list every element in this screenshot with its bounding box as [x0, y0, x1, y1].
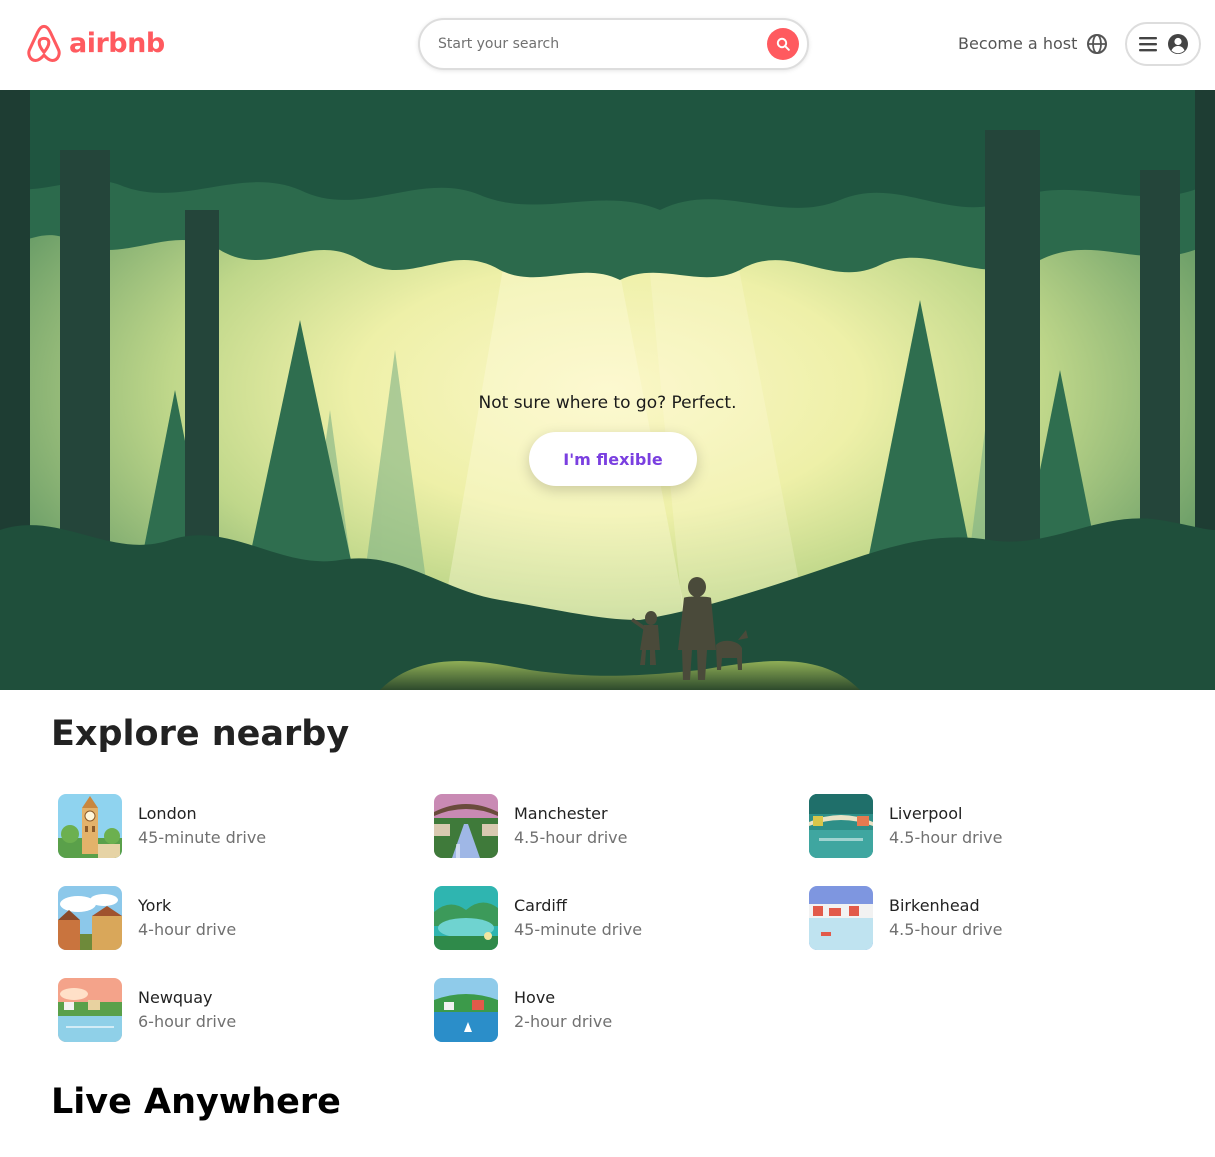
place-distance: 4.5-hour drive [889, 920, 1003, 939]
search-icon [776, 37, 790, 51]
im-flexible-button[interactable]: I'm flexible [529, 432, 697, 486]
place-card-cardiff[interactable]: Cardiff 45-minute drive [434, 886, 774, 950]
place-name: Hove [514, 988, 556, 1007]
search-button[interactable] [767, 28, 799, 60]
airbnb-logo[interactable]: airbnb [25, 24, 165, 64]
place-distance: 4-hour drive [138, 920, 237, 939]
place-thumbnail [809, 886, 873, 950]
explore-nearby-heading: Explore nearby [51, 714, 350, 754]
place-distance: 4.5-hour drive [889, 828, 1003, 847]
place-distance: 2-hour drive [514, 1012, 613, 1031]
coastal-town-illustration [58, 978, 122, 1042]
user-menu-button[interactable] [1125, 22, 1201, 66]
place-card-york[interactable]: York 4-hour drive [58, 886, 398, 950]
place-thumbnail [58, 794, 122, 858]
search-input[interactable] [438, 32, 738, 56]
place-name: Birkenhead [889, 896, 980, 915]
place-card-hove[interactable]: Hove 2-hour drive [434, 978, 774, 1042]
header: airbnb Become a host [0, 0, 1215, 90]
place-name: Liverpool [889, 804, 963, 823]
bridge-canal-illustration [434, 794, 498, 858]
place-distance: 6-hour drive [138, 1012, 237, 1031]
place-distance: 45-minute drive [138, 828, 267, 847]
live-anywhere-heading: Live Anywhere [51, 1082, 341, 1122]
place-card-london[interactable]: London 45-minute drive [58, 794, 398, 858]
airbnb-logo-icon [27, 24, 61, 62]
lake-hills-illustration [434, 886, 498, 950]
old-town-illustration [58, 886, 122, 950]
forest-illustration [0, 90, 1215, 690]
big-ben-illustration [58, 794, 122, 858]
user-avatar-icon [1168, 34, 1188, 54]
search-bar[interactable] [418, 18, 809, 70]
place-name: Cardiff [514, 896, 567, 915]
place-distance: 4.5-hour drive [514, 828, 628, 847]
place-thumbnail [58, 978, 122, 1042]
place-thumbnail [434, 886, 498, 950]
place-thumbnail [58, 886, 122, 950]
place-name: Newquay [138, 988, 213, 1007]
place-card-manchester[interactable]: Manchester 4.5-hour drive [434, 794, 774, 858]
place-name: York [138, 896, 172, 915]
place-card-newquay[interactable]: Newquay 6-hour drive [58, 978, 398, 1042]
place-card-birkenhead[interactable]: Birkenhead 4.5-hour drive [809, 886, 1149, 950]
place-thumbnail [809, 794, 873, 858]
language-button[interactable] [1086, 33, 1108, 55]
hamburger-icon [1139, 37, 1157, 52]
brand-name: airbnb [69, 28, 165, 59]
become-a-host-link[interactable]: Become a host [958, 33, 1077, 55]
place-distance: 45-minute drive [514, 920, 643, 939]
place-name: Manchester [514, 804, 608, 823]
place-card-liverpool[interactable]: Liverpool 4.5-hour drive [809, 794, 1149, 858]
hero-tagline: Not sure where to go? Perfect. [478, 393, 737, 413]
place-thumbnail [434, 978, 498, 1042]
seaside-illustration [434, 978, 498, 1042]
place-name: London [138, 804, 197, 823]
hero-banner: Not sure where to go? Perfect. I'm flexi… [0, 90, 1215, 690]
waterfront-illustration [809, 794, 873, 858]
place-thumbnail [434, 794, 498, 858]
harbour-illustration [809, 886, 873, 950]
globe-icon [1087, 34, 1107, 54]
